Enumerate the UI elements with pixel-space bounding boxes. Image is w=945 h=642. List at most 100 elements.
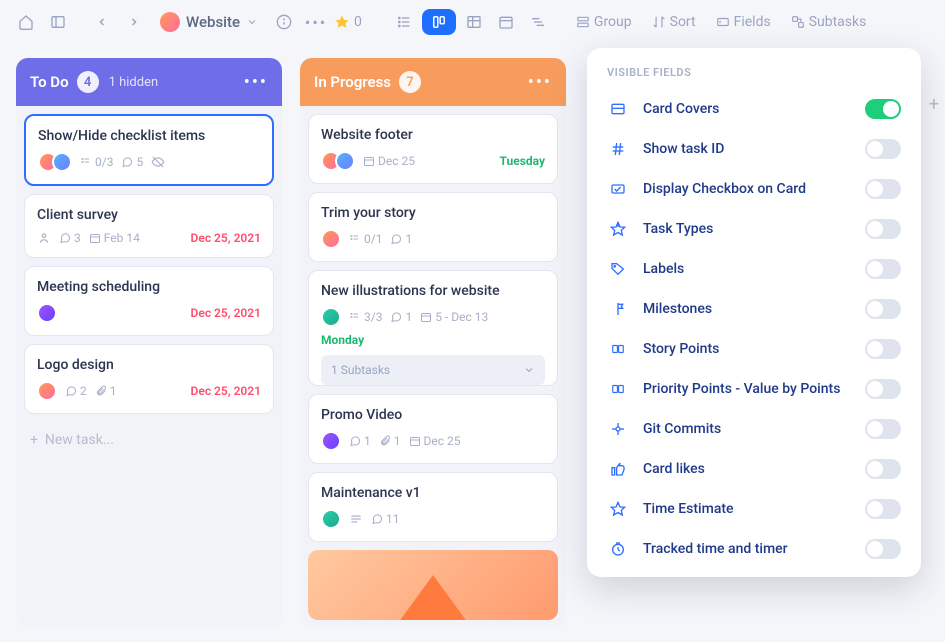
view-timeline-icon[interactable]: [524, 8, 552, 36]
comment-icon: [371, 513, 383, 525]
timer-icon: [607, 541, 629, 557]
story-points-icon: [607, 342, 629, 356]
attach-meta: 1: [379, 434, 401, 448]
due-day: Monday: [321, 333, 545, 347]
info-icon[interactable]: [270, 8, 298, 36]
task-card[interactable]: Website footer Dec 25 Tuesday: [308, 114, 558, 184]
home-icon[interactable]: [12, 8, 40, 36]
field-toggle-row[interactable]: Show task ID: [587, 129, 921, 169]
priority-points-icon: [607, 382, 629, 396]
date-meta: Dec 25: [363, 154, 415, 168]
toggle-switch[interactable]: [865, 299, 901, 319]
toggle-switch[interactable]: [865, 419, 901, 439]
task-card[interactable]: Maintenance v1 11: [308, 472, 558, 542]
column-title: In Progress: [314, 73, 391, 91]
view-board-icon[interactable]: [422, 9, 456, 35]
field-toggle-row[interactable]: Card likes: [587, 449, 921, 489]
field-toggle-row[interactable]: Priority Points - Value by Points: [587, 369, 921, 409]
task-card[interactable]: Promo Video 1 1 Dec 25: [308, 394, 558, 464]
field-toggle-row[interactable]: Display Checkbox on Card: [587, 169, 921, 209]
comment-icon: [390, 311, 402, 323]
nav-back-icon[interactable]: [88, 8, 116, 36]
visible-fields-dropdown: VISIBLE FIELDS Card Covers Show task ID Di…: [587, 48, 921, 577]
task-card[interactable]: Meeting scheduling Dec 25, 2021: [24, 266, 274, 336]
task-card[interactable]: Logo design 2 1 Dec 25, 2021: [24, 344, 274, 414]
toggle-switch[interactable]: [865, 539, 901, 559]
column-menu-icon[interactable]: •••: [244, 72, 268, 93]
field-toggle-row[interactable]: Git Commits: [587, 409, 921, 449]
toggle-switch[interactable]: [865, 259, 901, 279]
more-icon[interactable]: •••: [302, 8, 330, 36]
date-range-meta: 5 - Dec 13: [420, 310, 488, 324]
card-title: Promo Video: [321, 407, 545, 423]
field-toggle-row[interactable]: Milestones: [587, 289, 921, 329]
comment-icon: [390, 233, 402, 245]
field-label: Milestones: [643, 301, 712, 317]
field-toggle-row[interactable]: Story Points: [587, 329, 921, 369]
due-date: Dec 25, 2021: [191, 231, 261, 245]
dropdown-title: VISIBLE FIELDS: [587, 62, 921, 89]
view-list-icon[interactable]: [390, 8, 418, 36]
field-toggle-row[interactable]: Task Types: [587, 209, 921, 249]
subtasks-button[interactable]: Subtasks: [783, 10, 875, 34]
star-icon: [334, 14, 350, 30]
field-toggle-row[interactable]: Time Estimate: [587, 489, 921, 529]
field-label: Git Commits: [643, 421, 721, 437]
field-toggle-row[interactable]: Card Covers: [587, 89, 921, 129]
task-card-cover[interactable]: [308, 550, 558, 620]
column-todo: To Do 4 1 hidden ••• Show/Hide checklist…: [16, 58, 282, 628]
new-task-button[interactable]: + New task...: [16, 422, 282, 458]
column-header[interactable]: To Do 4 1 hidden •••: [16, 58, 282, 106]
project-selector[interactable]: Website: [152, 8, 266, 36]
field-label: Priority Points - Value by Points: [643, 381, 840, 397]
comments-meta: 3: [59, 231, 81, 245]
avatar: [37, 381, 57, 401]
field-toggle-row[interactable]: Labels: [587, 249, 921, 289]
toggle-switch[interactable]: [865, 339, 901, 359]
task-card[interactable]: Trim your story 0/1 1: [308, 192, 558, 262]
field-label: Tracked time and timer: [643, 541, 788, 557]
toggle-switch[interactable]: [865, 499, 901, 519]
toggle-switch[interactable]: [865, 379, 901, 399]
labels-icon: [607, 261, 629, 277]
field-label: Display Checkbox on Card: [643, 181, 806, 197]
view-table-icon[interactable]: [460, 8, 488, 36]
fields-button[interactable]: Fields: [708, 10, 779, 34]
add-column-button[interactable]: +: [929, 94, 939, 115]
column-title: To Do: [30, 73, 69, 91]
toggle-switch[interactable]: [865, 139, 901, 159]
task-card[interactable]: Show/Hide checklist items 0/3 5: [24, 114, 274, 186]
chevron-down-icon: [246, 16, 258, 28]
avatar-stack: [321, 151, 355, 171]
comments-meta: 1: [390, 232, 412, 246]
column-header[interactable]: In Progress 7 •••: [300, 58, 566, 106]
sidebar-toggle-icon[interactable]: [44, 8, 72, 36]
toggle-switch[interactable]: [865, 219, 901, 239]
group-icon: [576, 15, 590, 29]
toggle-switch[interactable]: [865, 179, 901, 199]
view-calendar-icon[interactable]: [492, 8, 520, 36]
nav-forward-icon[interactable]: [120, 8, 148, 36]
toggle-switch[interactable]: [865, 99, 901, 119]
card-title: Maintenance v1: [321, 485, 545, 501]
task-card[interactable]: New illustrations for website 3/3 1 5 - …: [308, 270, 558, 386]
field-label: Time Estimate: [643, 501, 734, 517]
task-card[interactable]: Client survey 3 Feb 14 Dec 25, 2021: [24, 194, 274, 258]
calendar-icon: [363, 155, 375, 167]
comments-meta: 2: [65, 384, 87, 398]
calendar-icon: [409, 435, 421, 447]
field-label: Card Covers: [643, 101, 719, 117]
sort-button[interactable]: Sort: [644, 10, 704, 34]
due-date: Dec 25, 2021: [191, 384, 261, 398]
star-button[interactable]: 0: [334, 14, 362, 30]
column-inprogress: In Progress 7 ••• Website footer Dec 25 …: [300, 58, 566, 628]
project-avatar: [160, 12, 180, 32]
group-button[interactable]: Group: [568, 10, 640, 34]
avatar: [321, 307, 341, 327]
people-icon: [37, 231, 51, 245]
column-menu-icon[interactable]: •••: [528, 72, 552, 93]
field-toggle-row[interactable]: Tracked time and timer: [587, 529, 921, 569]
field-label: Task Types: [643, 221, 713, 237]
toggle-switch[interactable]: [865, 459, 901, 479]
subtasks-toggle[interactable]: 1 Subtasks: [321, 355, 545, 385]
